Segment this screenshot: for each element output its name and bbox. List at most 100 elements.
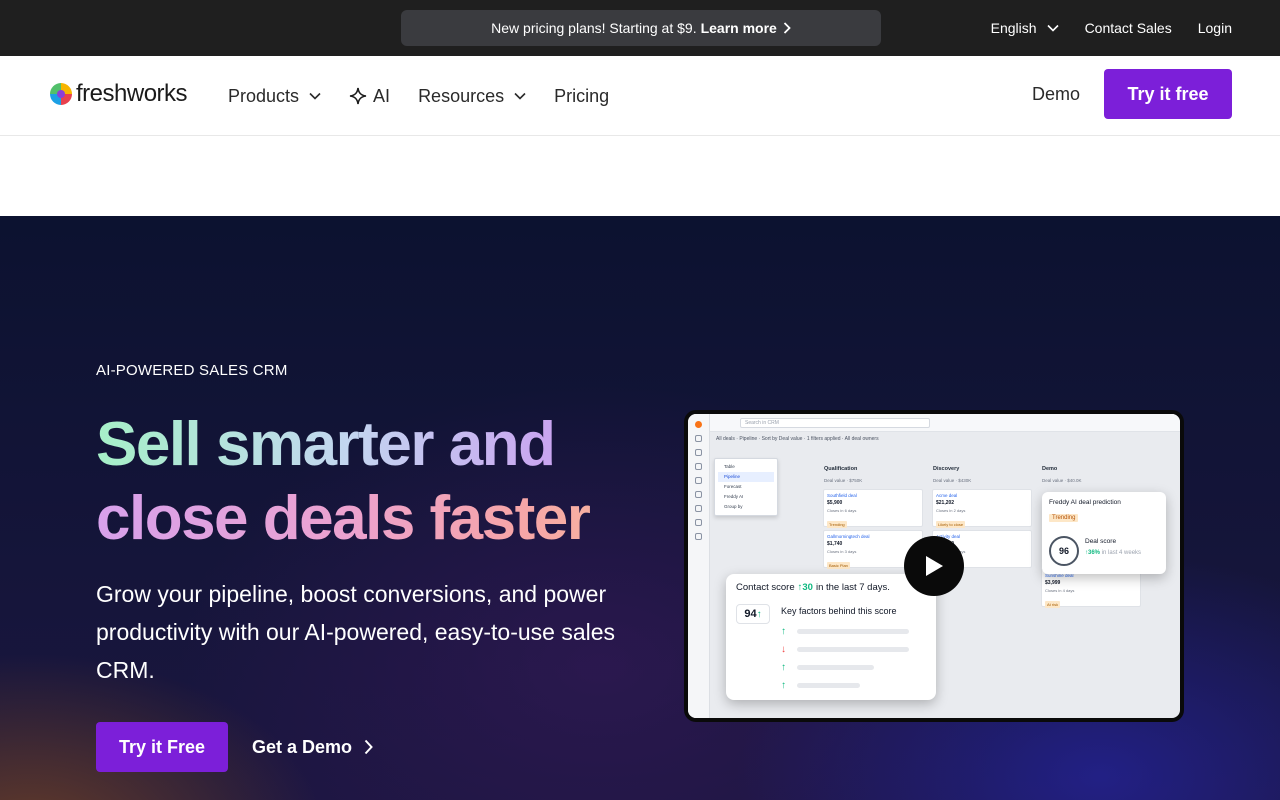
crm-screenshot: Search in CRM All deals · Pipeline · Sor… [688,414,1180,718]
deals-toolbar: All deals · Pipeline · Sort by Deal valu… [716,436,879,442]
sparkle-icon [349,87,367,105]
deal-score-period: in last 4 weeks [1101,550,1142,556]
deal-prediction-title: Freddy AI deal prediction [1049,499,1121,506]
brand-name: freshworks [76,80,188,107]
arrow-up-icon: ↑ [781,679,786,691]
chevron-down-icon [1046,24,1059,32]
hero-section: AI-POWERED SALES CRM Sell smarter and cl… [0,216,1280,800]
key-factors-title: Key factors behind this score [781,606,897,616]
key-factor-bar [797,646,909,652]
chevron-down-icon [514,92,526,100]
deal-tag: Basic Plan [827,562,850,569]
product-video-frame[interactable]: Search in CRM All deals · Pipeline · Sor… [684,410,1184,722]
chevron-right-icon [364,739,373,755]
key-factor-bar [797,682,860,688]
arrow-up-icon: ↑ [781,661,786,673]
deal-card: Sunshine deal $3,999 Closes in 4 days At… [1041,569,1141,608]
get-a-demo-link[interactable]: Get a Demo [252,722,373,772]
get-a-demo-label: Get a Demo [252,736,353,757]
column-subtitle: Deal value · $40.0K [1042,478,1082,483]
demo-link[interactable]: Demo [1032,84,1080,105]
sidebar-icon [695,435,702,442]
nav-resources[interactable]: Resources [418,86,526,107]
deal-title: Activity deal [936,534,961,539]
hero-eyebrow: AI-POWERED SALES CRM [96,362,288,379]
hero-headline-line2: close deals faster [96,482,656,556]
column-subtitle: Deal value · $750K [824,478,863,483]
key-factor-row: ↓ [781,643,909,655]
contact-score-change-value: 30 [802,582,813,593]
nav-pricing[interactable]: Pricing [554,86,609,107]
deal-score-change: ↑36% in last 4 weeks [1085,550,1142,556]
contact-score-change: ↑30 [797,582,813,593]
deal-tag: Likely to close [936,521,966,528]
try-it-free-button[interactable]: Try it free [1104,69,1232,119]
freshworks-logo-icon [50,83,72,105]
arrow-up-icon: ↑ [756,609,762,620]
deal-card: Acme deal $21,202 Closes in 2 days Likel… [932,489,1032,528]
sidebar-icon [695,477,702,484]
key-factor-row: ↑ [781,661,874,673]
app-topbar: Search in CRM [710,414,1180,432]
chevron-down-icon [309,92,321,100]
deal-value: $21,202 [936,500,955,506]
deal-sub: Closes in 3 days [827,549,857,554]
sidebar-icon [695,449,702,456]
deal-sub: Closes in 6 days [827,508,857,513]
play-video-button[interactable] [904,536,964,596]
contact-score-header: Contact score ↑30 in the last 7 days. [736,582,926,593]
learn-more-label: Learn more [700,20,777,36]
sidebar-icon [695,463,702,470]
announcement-banner[interactable]: New pricing plans! Starting at $9. Learn… [401,10,881,46]
nav-resources-label: Resources [418,85,505,106]
dropdown-item: Forecast [724,484,742,489]
primary-menu: Products AI Resources Pricing [228,56,609,136]
utility-nav: English Contact Sales Login [991,0,1232,56]
nav-ai[interactable]: AI [349,86,390,107]
dropdown-item: Table [724,464,735,469]
freshworks-logo[interactable]: freshworks [48,80,188,108]
app-logo-icon [695,421,702,428]
contact-score-period: in the last 7 days. [815,582,890,593]
deal-value: $3,999 [1045,580,1061,586]
deal-prediction-card: Freddy AI deal prediction Trending 96 De… [1042,492,1166,574]
deal-score-label: Deal score [1085,538,1117,545]
key-factor-row: ↑ [781,625,909,637]
arrow-up-icon: ↑ [781,625,786,637]
deal-value: $1,740 [827,541,843,547]
announcement-text: New pricing plans! Starting at $9. [491,20,697,36]
key-factor-row: ↑ [781,679,860,691]
sidebar-icon [695,519,702,526]
sidebar-icon [695,505,702,512]
login-link[interactable]: Login [1198,20,1232,36]
main-nav: freshworks Products AI Resources Pricing… [0,56,1280,136]
dropdown-item: Group by [724,504,743,509]
contact-score-card: Contact score ↑30 in the last 7 days. 94… [726,574,936,700]
key-factor-bar [797,664,874,670]
deal-value: $5,900 [827,500,843,506]
contact-sales-link[interactable]: Contact Sales [1085,20,1172,36]
column-subtitle: Deal value · $430K [933,478,972,483]
contact-score-value-box: 94↑ [736,604,770,624]
nav-products[interactable]: Products [228,86,321,107]
deal-title: Gallmorningtech deal [827,534,870,539]
play-icon [926,556,943,576]
hero-try-free-button[interactable]: Try it Free [96,722,228,772]
hero-subtext: Grow your pipeline, boost conversions, a… [96,581,616,683]
sidebar-icon [695,491,702,498]
deal-tag: At risk [1045,601,1061,608]
arrow-down-icon: ↓ [781,643,786,655]
dropdown-item-selected: Pipeline [718,472,774,482]
column-title: Demo [1042,466,1058,472]
nav-ai-label: AI [373,85,391,106]
column-title: Qualification [824,466,858,472]
contact-score-value: 94 [744,608,757,620]
app-sidebar [688,414,710,718]
announcement-bar: New pricing plans! Starting at $9. Learn… [0,0,1280,56]
nav-actions: Demo Try it free [1032,69,1232,119]
key-factor-bar [797,628,909,634]
learn-more-link[interactable]: Learn more [701,20,791,36]
sidebar-icon [695,533,702,540]
deal-score-ring: 96 [1049,536,1079,566]
language-selector[interactable]: English [991,20,1059,36]
